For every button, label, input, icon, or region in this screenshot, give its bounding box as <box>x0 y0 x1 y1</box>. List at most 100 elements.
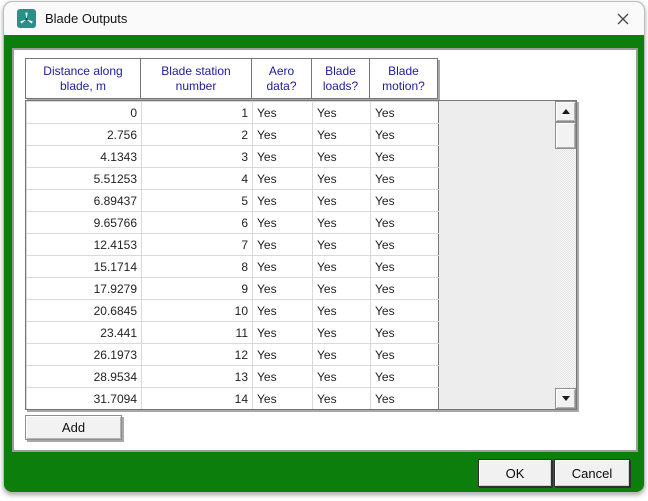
cell-distance[interactable]: 4.1343 <box>27 146 142 168</box>
scroll-down-button[interactable] <box>555 388 576 409</box>
cell-loads[interactable]: Yes <box>313 256 371 278</box>
table-row: 01YesYesYes <box>27 102 439 124</box>
window-title: Blade Outputs <box>45 11 602 26</box>
cancel-button[interactable]: Cancel <box>554 459 630 487</box>
cell-aero[interactable]: Yes <box>253 124 313 146</box>
table-row: 26.197312YesYesYes <box>27 344 439 366</box>
cell-station[interactable]: 6 <box>142 212 253 234</box>
cell-loads[interactable]: Yes <box>313 322 371 344</box>
cell-station[interactable]: 8 <box>142 256 253 278</box>
cell-distance[interactable]: 23.441 <box>27 322 142 344</box>
cell-distance[interactable]: 6.89437 <box>27 190 142 212</box>
cell-station[interactable]: 12 <box>142 344 253 366</box>
cell-station[interactable]: 7 <box>142 234 253 256</box>
cell-motion[interactable]: Yes <box>371 234 439 256</box>
cell-loads[interactable]: Yes <box>313 102 371 124</box>
add-button[interactable]: Add <box>25 415 122 440</box>
cell-loads[interactable]: Yes <box>313 234 371 256</box>
cell-loads[interactable]: Yes <box>313 212 371 234</box>
cell-loads[interactable]: Yes <box>313 146 371 168</box>
column-header: Blade motion? <box>370 59 438 99</box>
cell-motion[interactable]: Yes <box>371 388 439 410</box>
cell-station[interactable]: 2 <box>142 124 253 146</box>
scrollbar-thumb[interactable] <box>555 122 576 149</box>
cell-station[interactable]: 9 <box>142 278 253 300</box>
grid-header-row: Distance along blade, mBlade station num… <box>26 59 438 99</box>
cell-aero[interactable]: Yes <box>253 190 313 212</box>
table-row: 28.953413YesYesYes <box>27 366 439 388</box>
title-bar[interactable]: Blade Outputs <box>4 2 644 35</box>
cell-aero[interactable]: Yes <box>253 212 313 234</box>
table-row: 2.7562YesYesYes <box>27 124 439 146</box>
ok-button[interactable]: OK <box>478 459 552 487</box>
cell-distance[interactable]: 28.9534 <box>27 366 142 388</box>
cell-station[interactable]: 5 <box>142 190 253 212</box>
cell-aero[interactable]: Yes <box>253 256 313 278</box>
close-icon[interactable] <box>602 2 644 35</box>
cell-aero[interactable]: Yes <box>253 300 313 322</box>
cell-aero[interactable]: Yes <box>253 102 313 124</box>
cell-distance[interactable]: 12.4153 <box>27 234 142 256</box>
blade-outputs-dialog: Blade Outputs Distance along blade, mBla… <box>3 1 645 493</box>
column-header: Aero data? <box>252 59 312 99</box>
cell-distance[interactable]: 9.65766 <box>27 212 142 234</box>
cell-aero[interactable]: Yes <box>253 366 313 388</box>
blade-stations-table: 01YesYesYes2.7562YesYesYes4.13433YesYesY… <box>26 101 439 410</box>
cell-aero[interactable]: Yes <box>253 344 313 366</box>
cell-distance[interactable]: 26.1973 <box>27 344 142 366</box>
cell-loads[interactable]: Yes <box>313 344 371 366</box>
cell-loads[interactable]: Yes <box>313 168 371 190</box>
cell-motion[interactable]: Yes <box>371 102 439 124</box>
down-arrow-icon <box>562 396 570 401</box>
column-header: Distance along blade, m <box>26 59 141 99</box>
cell-motion[interactable]: Yes <box>371 124 439 146</box>
cell-station[interactable]: 10 <box>142 300 253 322</box>
cell-motion[interactable]: Yes <box>371 256 439 278</box>
cell-station[interactable]: 4 <box>142 168 253 190</box>
cell-loads[interactable]: Yes <box>313 190 371 212</box>
cell-aero[interactable]: Yes <box>253 388 313 410</box>
vertical-scrollbar[interactable] <box>555 101 576 409</box>
table-row: 12.41537YesYesYes <box>27 234 439 256</box>
cell-motion[interactable]: Yes <box>371 278 439 300</box>
cell-motion[interactable]: Yes <box>371 146 439 168</box>
cell-loads[interactable]: Yes <box>313 300 371 322</box>
table-row: 6.894375YesYesYes <box>27 190 439 212</box>
grid-header: Distance along blade, mBlade station num… <box>25 58 438 99</box>
cell-station[interactable]: 11 <box>142 322 253 344</box>
cell-motion[interactable]: Yes <box>371 300 439 322</box>
cell-aero[interactable]: Yes <box>253 146 313 168</box>
cell-loads[interactable]: Yes <box>313 124 371 146</box>
cell-motion[interactable]: Yes <box>371 190 439 212</box>
cell-station[interactable]: 14 <box>142 388 253 410</box>
cell-station[interactable]: 3 <box>142 146 253 168</box>
cell-distance[interactable]: 0 <box>27 102 142 124</box>
cell-distance[interactable]: 20.6845 <box>27 300 142 322</box>
cell-loads[interactable]: Yes <box>313 366 371 388</box>
cell-distance[interactable]: 2.756 <box>27 124 142 146</box>
cell-distance[interactable]: 31.7094 <box>27 388 142 410</box>
cell-station[interactable]: 1 <box>142 102 253 124</box>
table-row: 5.512534YesYesYes <box>27 168 439 190</box>
cell-motion[interactable]: Yes <box>371 168 439 190</box>
cell-distance[interactable]: 17.9279 <box>27 278 142 300</box>
cell-aero[interactable]: Yes <box>253 168 313 190</box>
cell-motion[interactable]: Yes <box>371 366 439 388</box>
cell-station[interactable]: 13 <box>142 366 253 388</box>
cell-loads[interactable]: Yes <box>313 278 371 300</box>
cell-motion[interactable]: Yes <box>371 344 439 366</box>
cell-aero[interactable]: Yes <box>253 234 313 256</box>
scroll-up-button[interactable] <box>555 101 576 122</box>
cell-aero[interactable]: Yes <box>253 322 313 344</box>
table-row: 4.13433YesYesYes <box>27 146 439 168</box>
cell-distance[interactable]: 15.1714 <box>27 256 142 278</box>
cell-motion[interactable]: Yes <box>371 322 439 344</box>
table-row: 23.44111YesYesYes <box>27 322 439 344</box>
table-row: 31.709414YesYesYes <box>27 388 439 410</box>
cell-motion[interactable]: Yes <box>371 212 439 234</box>
column-header: Blade loads? <box>312 59 370 99</box>
cell-distance[interactable]: 5.51253 <box>27 168 142 190</box>
table-row: 20.684510YesYesYes <box>27 300 439 322</box>
cell-loads[interactable]: Yes <box>313 388 371 410</box>
cell-aero[interactable]: Yes <box>253 278 313 300</box>
